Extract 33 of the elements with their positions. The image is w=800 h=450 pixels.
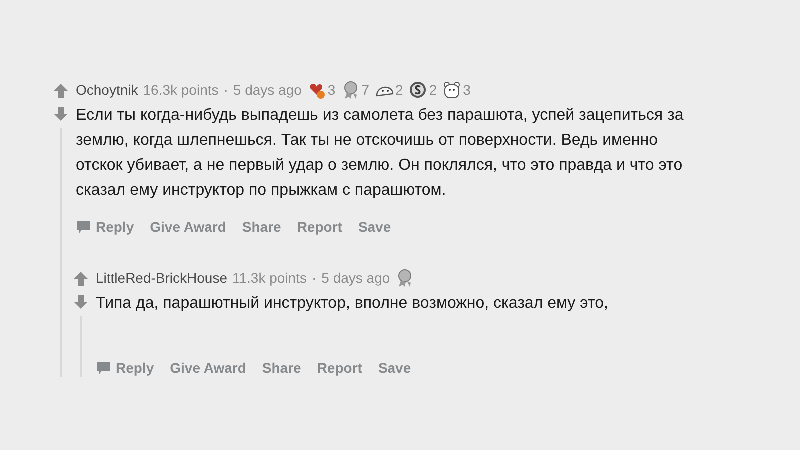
action-button[interactable]: Give Award: [150, 217, 226, 238]
coin-icon: [408, 80, 428, 100]
award-count: 3: [328, 80, 336, 100]
points: 16.3k points: [143, 80, 219, 100]
award-count: 3: [463, 80, 471, 100]
action-button[interactable]: Share: [262, 358, 302, 379]
comment-icon: [96, 361, 111, 376]
comment-icon: [76, 220, 91, 235]
action-button[interactable]: Report: [317, 358, 362, 379]
username[interactable]: Ochoytnik: [76, 80, 138, 100]
reply-button[interactable]: Reply: [96, 358, 154, 379]
timestamp: 5 days ago: [233, 80, 302, 100]
downvote-icon[interactable]: [73, 294, 89, 310]
separator: ·: [224, 80, 228, 100]
comment-text: Если ты когда-нибудь выпадешь из самолета без парашюта, успей зацепиться за землю, когда шлепнешься. Так ты не отскочишь от поверхности. Ведь именно отскок убивает, а не первый удар о землю. Он поклялся, что это правда и что это сказал ему инструктор по прыжкам с парашютом.: [76, 106, 685, 201]
award-count: 2: [396, 80, 404, 100]
award-count: 2: [429, 80, 438, 100]
action-button[interactable]: Save: [358, 217, 392, 238]
upvote-icon[interactable]: [73, 271, 89, 287]
action-button[interactable]: Share: [242, 217, 282, 238]
points: 11.3k points: [232, 268, 307, 288]
timestamp: 5 days ago: [322, 268, 390, 288]
bear-icon: [442, 80, 462, 100]
upvote-icon[interactable]: [53, 83, 69, 99]
reply-button[interactable]: Reply: [76, 217, 134, 238]
action-button[interactable]: Give Award: [170, 358, 246, 379]
award-count: 7: [362, 80, 370, 100]
separator: ·: [312, 268, 317, 288]
downvote-icon[interactable]: [53, 106, 69, 122]
action-button[interactable]: Save: [378, 358, 412, 379]
comment-text: Типа да, парашютный инструктор, вполне возможно, сказал ему это,: [96, 294, 610, 314]
username[interactable]: LittleRed-BrickHouse: [96, 268, 228, 288]
action-button[interactable]: Report: [297, 217, 342, 238]
